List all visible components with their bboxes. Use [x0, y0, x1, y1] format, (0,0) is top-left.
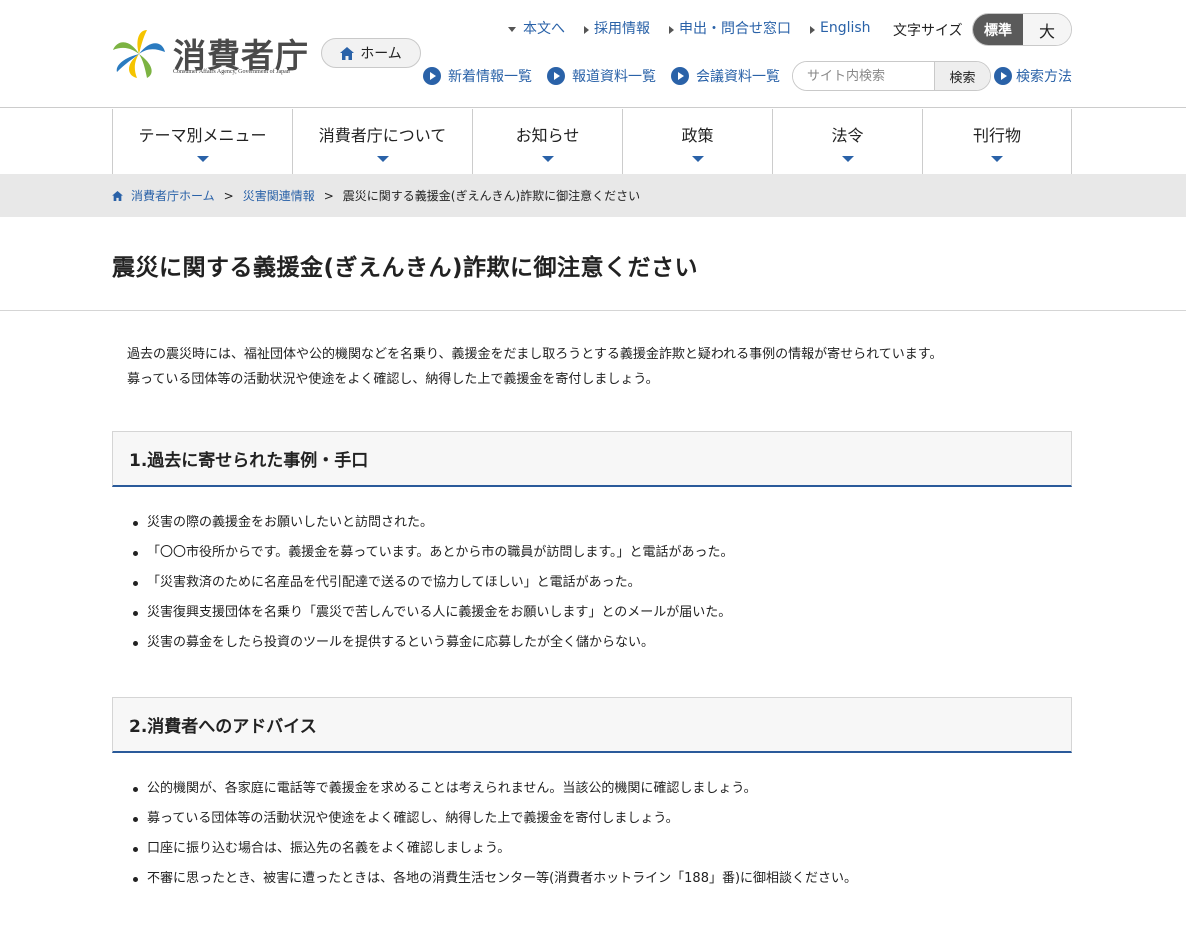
- caret-down-icon: [691, 155, 704, 162]
- circle-arrow-icon: [994, 67, 1012, 85]
- nav-label: 刊行物: [972, 125, 1021, 145]
- nav-label: 消費者庁について: [318, 125, 447, 145]
- nav-laws[interactable]: 法令: [773, 109, 923, 174]
- caret-down-icon: [196, 155, 209, 162]
- home-icon: [340, 46, 355, 60]
- list-item: 不審に思ったとき、被害に遭ったときは、各地の消費生活センター等(消費者ホットライ…: [132, 864, 857, 894]
- news-list-link[interactable]: 新着情報一覧: [423, 66, 532, 86]
- inquiry-link-label: 申出・問合せ窓口: [679, 21, 791, 37]
- intro-paragraph: 過去の震災時には、福祉団体や公的機関などを名乗り、義援金をだまし取ろうとする義援…: [127, 347, 943, 362]
- breadcrumb: 消費者庁ホーム > 災害関連情報 > 震災に関する義援金(ぎえんきん)詐欺に御注…: [0, 174, 1186, 217]
- meeting-list-link[interactable]: 会議資料一覧: [671, 66, 780, 86]
- news-list-label: 新着情報一覧: [448, 69, 532, 85]
- arrow-down-icon: [508, 27, 516, 32]
- intro-text: 過去の震災時には、福祉団体や公的機関などを名乗り、義援金をだまし取ろうとする義援…: [127, 342, 943, 392]
- breadcrumb-separator: >: [223, 188, 234, 203]
- breadcrumb-separator: >: [323, 188, 334, 203]
- nav-theme-menu[interactable]: テーマ別メニュー: [113, 109, 293, 174]
- section-heading-cases: 1.過去に寄せられた事例・手口: [112, 431, 1072, 487]
- press-list-label: 報道資料一覧: [572, 69, 656, 85]
- caret-down-icon: [376, 155, 389, 162]
- info-links: 新着情報一覧 報道資料一覧 会議資料一覧: [423, 66, 795, 86]
- breadcrumb-parent[interactable]: 災害関連情報: [243, 187, 315, 204]
- list-item: 「〇〇市役所からです。義援金を募っています。あとから市の職員が訪問します。」と電…: [133, 538, 734, 568]
- circle-arrow-icon: [423, 67, 441, 85]
- search-help-label: 検索方法: [1016, 69, 1072, 85]
- page-title: 震災に関する義援金(ぎえんきん)詐欺に御注意ください: [112, 255, 699, 281]
- intro-paragraph: 募っている団体等の活動状況や使途をよく確認し、納得した上で義援金を寄付しましょう…: [127, 372, 659, 387]
- nav-label: お知らせ: [515, 125, 580, 145]
- font-size-toggle: 標準 大: [972, 13, 1072, 46]
- nav-policy[interactable]: 政策: [623, 109, 773, 174]
- site-search: 検索: [792, 61, 991, 91]
- skip-to-content-link[interactable]: 本文へ: [508, 18, 565, 38]
- circle-arrow-icon: [671, 67, 689, 85]
- nav-label: テーマ別メニュー: [138, 125, 267, 145]
- breadcrumb-current: 震災に関する義援金(ぎえんきん)詐欺に御注意ください: [342, 189, 641, 203]
- font-size-standard-button[interactable]: 標準: [973, 14, 1023, 45]
- advice-list: 公的機関が、各家庭に電話等で義援金を求めることは考えられません。当該公的機関に確…: [132, 774, 857, 894]
- font-size-large-button[interactable]: 大: [1023, 14, 1071, 45]
- caret-down-icon: [841, 155, 854, 162]
- list-item: 口座に振り込む場合は、振込先の名義をよく確認しましょう。: [132, 834, 857, 864]
- logo-subtitle: Consumer Affairs Agency, Government of J…: [173, 69, 290, 75]
- list-item: 募っている団体等の活動状況や使途をよく確認し、納得した上で義援金を寄付しましょう…: [132, 804, 857, 834]
- search-help-link[interactable]: 検索方法: [994, 66, 1072, 86]
- section-heading-advice: 2.消費者へのアドバイス: [112, 697, 1072, 753]
- skip-link-label: 本文へ: [523, 21, 565, 37]
- inquiry-link[interactable]: 申出・問合せ窓口: [669, 18, 791, 38]
- arrow-right-icon: [669, 25, 674, 34]
- utility-links: 本文へ 採用情報 申出・問合せ窓口 English: [508, 18, 890, 38]
- recruitment-link-label: 採用情報: [594, 21, 650, 37]
- list-item: 災害の際の義援金をお願いしたいと訪問された。: [133, 508, 734, 538]
- font-size-label: 文字サイズ: [893, 23, 963, 39]
- english-link-label: English: [820, 20, 871, 36]
- case-list: 災害の際の義援金をお願いしたいと訪問された。 「〇〇市役所からです。義援金を募っ…: [133, 508, 734, 658]
- circle-arrow-icon: [547, 67, 565, 85]
- press-list-link[interactable]: 報道資料一覧: [547, 66, 656, 86]
- nav-publications[interactable]: 刊行物: [923, 109, 1072, 174]
- global-nav: テーマ別メニュー 消費者庁について お知らせ 政策 法令 刊行物: [112, 109, 1072, 174]
- list-item: 災害の募金をしたら投資のツールを提供するという募金に応募したが全く儲からない。: [133, 628, 734, 658]
- search-button[interactable]: 検索: [934, 62, 990, 90]
- search-input[interactable]: [793, 62, 934, 90]
- meeting-list-label: 会議資料一覧: [696, 69, 780, 85]
- site-header: 消費者庁 Consumer Affairs Agency, Government…: [0, 0, 1186, 108]
- english-link[interactable]: English: [810, 18, 871, 38]
- caret-down-icon: [541, 155, 554, 162]
- home-icon: [112, 190, 123, 201]
- caret-down-icon: [991, 155, 1003, 162]
- nav-about[interactable]: 消費者庁について: [293, 109, 473, 174]
- list-item: 災害復興支援団体を名乗り「震災で苦しんでいる人に義援金をお願いします」とのメール…: [133, 598, 734, 628]
- nav-label: 政策: [681, 125, 714, 145]
- breadcrumb-home[interactable]: 消費者庁ホーム: [131, 187, 215, 204]
- logo-mark-icon: [113, 30, 165, 78]
- nav-label: 法令: [831, 125, 864, 145]
- list-item: 「災害救済のために名産品を代引配達で送るので協力してほしい」と電話があった。: [133, 568, 734, 598]
- page-title-area: 震災に関する義援金(ぎえんきん)詐欺に御注意ください: [0, 217, 1186, 311]
- nav-news[interactable]: お知らせ: [473, 109, 623, 174]
- home-button[interactable]: ホーム: [321, 38, 421, 68]
- home-button-label: ホーム: [360, 46, 402, 62]
- site-logo[interactable]: 消費者庁 Consumer Affairs Agency, Government…: [111, 28, 311, 80]
- recruitment-link[interactable]: 採用情報: [584, 18, 650, 38]
- arrow-right-icon: [810, 25, 815, 34]
- list-item: 公的機関が、各家庭に電話等で義援金を求めることは考えられません。当該公的機関に確…: [132, 774, 857, 804]
- arrow-right-icon: [584, 25, 589, 34]
